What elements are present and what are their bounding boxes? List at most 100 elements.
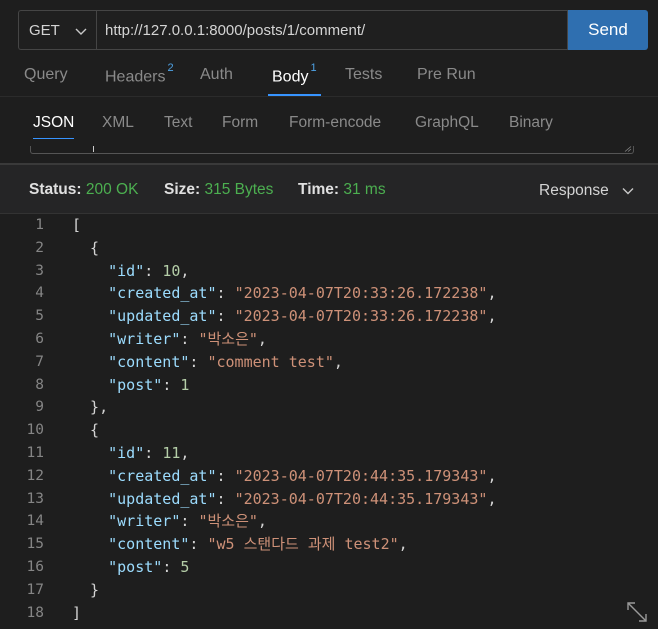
line-text: "writer": "박소은", xyxy=(72,510,267,533)
expand-icon[interactable] xyxy=(625,600,649,624)
response-view-select[interactable]: Response xyxy=(539,182,609,200)
line-text: }, xyxy=(72,396,108,419)
code-token: "created_at" xyxy=(108,466,217,485)
code-line: 6 "writer": "박소은", xyxy=(0,328,658,351)
size-label: Size: xyxy=(164,181,201,198)
code-token: "content" xyxy=(108,535,190,554)
code-token: "2023-04-07T20:44:35.179343" xyxy=(234,489,488,508)
code-token: , xyxy=(257,512,267,531)
url-input[interactable]: http://127.0.0.1:8000/posts/1/comment/ xyxy=(96,10,568,50)
code-token: : xyxy=(189,352,208,371)
code-token: "id" xyxy=(108,444,145,462)
line-text: } xyxy=(72,579,99,602)
tab-headers[interactable]: Headers2 xyxy=(105,62,174,86)
code-token: 10 xyxy=(162,261,181,280)
line-text: "id": 11, xyxy=(72,442,189,465)
line-number: 16 xyxy=(26,559,44,575)
tab-tests[interactable]: Tests xyxy=(345,66,382,84)
response-body-viewer[interactable]: 1 [2 { 3 "id": 10, 4 "created_at": "2023-04… xyxy=(0,214,658,629)
body-tab-binary[interactable]: Binary xyxy=(509,114,553,132)
code-token: 1 xyxy=(180,375,190,394)
tab-auth[interactable]: Auth xyxy=(200,66,233,84)
code-token: "created_at" xyxy=(108,284,217,303)
send-button[interactable]: Send xyxy=(568,10,648,50)
line-number: 8 xyxy=(35,376,44,393)
line-number: 15 xyxy=(26,536,44,553)
code-token: "id" xyxy=(108,261,145,280)
chevron-down-icon[interactable] xyxy=(620,183,636,199)
resize-grip-icon[interactable] xyxy=(624,146,632,152)
method-select[interactable]: GET xyxy=(18,10,96,50)
line-number: 13 xyxy=(26,490,44,507)
tab-badge: 2 xyxy=(167,62,174,74)
time-label: Time: xyxy=(298,181,340,198)
line-text: "post": 5 xyxy=(72,556,189,579)
code-token: : xyxy=(216,489,235,508)
body-tab-graphql[interactable]: GraphQL xyxy=(415,114,479,132)
code-token: , xyxy=(487,489,497,508)
code-token: : xyxy=(144,444,163,462)
code-token: "comment test" xyxy=(207,352,334,371)
code-line: 5 "updated_at": "2023-04-07T20:33:26.172… xyxy=(0,305,658,328)
code-line: 17 } xyxy=(0,579,658,602)
tab-pre-run[interactable]: Pre Run xyxy=(417,66,476,84)
code-line: 11 "id": 11, xyxy=(0,442,658,465)
line-number: 6 xyxy=(35,331,44,347)
body-tab-json[interactable]: JSON xyxy=(33,114,75,139)
tab-query[interactable]: Query xyxy=(24,66,68,84)
active-subtab-indicator xyxy=(33,138,75,139)
code-line: 14 "writer": "박소은", xyxy=(0,510,658,533)
code-token: { xyxy=(72,238,100,257)
body-tab-form[interactable]: Form xyxy=(222,114,258,132)
code-line: 18] xyxy=(0,602,658,625)
time-info: Time: 31 ms xyxy=(298,181,386,199)
line-text: "created_at": "2023-04-07T20:33:26.17223… xyxy=(72,282,496,305)
tab-body[interactable]: Body1 xyxy=(268,62,321,96)
code-token: [ xyxy=(72,216,82,234)
code-line: 2 { xyxy=(0,237,658,260)
line-text: ] xyxy=(72,602,81,625)
code-token: "updated_at" xyxy=(108,489,217,508)
line-number: 3 xyxy=(35,262,44,279)
line-text: "post": 1 xyxy=(72,374,189,397)
line-text: { xyxy=(72,237,99,260)
code-token: "박소은" xyxy=(198,512,258,531)
code-token: : xyxy=(144,261,163,280)
tab-badge: 1 xyxy=(310,62,317,74)
code-line: 15 "content": "w5 스탠다드 과제 test2", xyxy=(0,533,658,556)
line-number: 4 xyxy=(35,285,44,302)
status-info: Status: 200 OK xyxy=(29,181,138,199)
code-token: "post" xyxy=(108,375,163,394)
line-number: 17 xyxy=(26,581,44,598)
line-text: "created_at": "2023-04-07T20:44:35.17934… xyxy=(72,465,496,488)
body-tab-text[interactable]: Text xyxy=(164,114,192,132)
code-token: }, xyxy=(72,398,109,417)
code-token: ] xyxy=(72,603,82,622)
body-editor[interactable] xyxy=(30,146,634,154)
size-value: 315 Bytes xyxy=(204,181,274,198)
code-token: , xyxy=(398,535,408,554)
code-token: , xyxy=(180,261,190,280)
line-text: [ xyxy=(72,214,81,237)
code-token: , xyxy=(257,330,267,348)
code-line: 8 "post": 1 xyxy=(0,374,658,397)
tabs-separator xyxy=(0,96,658,97)
line-text: { xyxy=(72,419,99,442)
code-token: { xyxy=(72,421,100,440)
code-token: "w5 스탠다드 과제 test2" xyxy=(207,535,399,554)
code-token: "박소은" xyxy=(198,330,258,348)
chevron-down-icon xyxy=(75,28,87,35)
code-token: , xyxy=(180,444,190,462)
body-tab-xml[interactable]: XML xyxy=(102,114,134,132)
code-token: , xyxy=(487,307,497,326)
code-token: "updated_at" xyxy=(108,307,217,326)
code-token: "writer" xyxy=(108,512,181,531)
code-token: "2023-04-07T20:33:26.172238" xyxy=(234,307,488,326)
body-tab-form-encode[interactable]: Form-encode xyxy=(289,114,381,132)
